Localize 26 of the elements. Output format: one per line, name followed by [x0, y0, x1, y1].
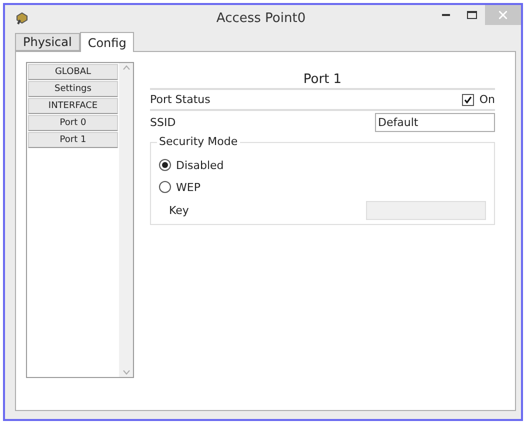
radio-label: WEP [176, 180, 200, 194]
panel-heading: Port 1 [150, 72, 495, 90]
port-status-label: Port Status [150, 93, 210, 106]
radio-label: Disabled [176, 158, 224, 172]
radio-button[interactable] [159, 181, 171, 193]
maximize-icon[interactable] [467, 11, 477, 19]
sidebar-item[interactable]: Settings [28, 81, 118, 97]
scroll-down-icon[interactable] [122, 370, 130, 375]
key-label: Key [169, 204, 189, 217]
radio-button[interactable] [159, 159, 171, 171]
ssid-label: SSID [150, 116, 176, 128]
sidebar-item[interactable]: Port 0 [28, 115, 118, 131]
access-point-icon [15, 11, 29, 25]
port-status-checkbox[interactable] [462, 94, 474, 106]
scroll-up-icon[interactable] [122, 65, 130, 70]
checkbox-label: On [479, 93, 495, 106]
sidebar-item[interactable]: GLOBAL [28, 64, 118, 80]
group-legend: Security Mode [157, 135, 240, 148]
close-icon[interactable] [499, 11, 507, 19]
scrollbar[interactable] [119, 63, 133, 377]
window-title: Access Point0 [215, 10, 307, 26]
tab[interactable]: Physical [15, 33, 80, 51]
tab[interactable]: Config [80, 32, 134, 52]
ssid-field[interactable]: Default [375, 112, 495, 132]
sidebar-item[interactable]: Port 1 [28, 132, 118, 148]
sidebar-item[interactable]: INTERFACE [28, 98, 118, 114]
